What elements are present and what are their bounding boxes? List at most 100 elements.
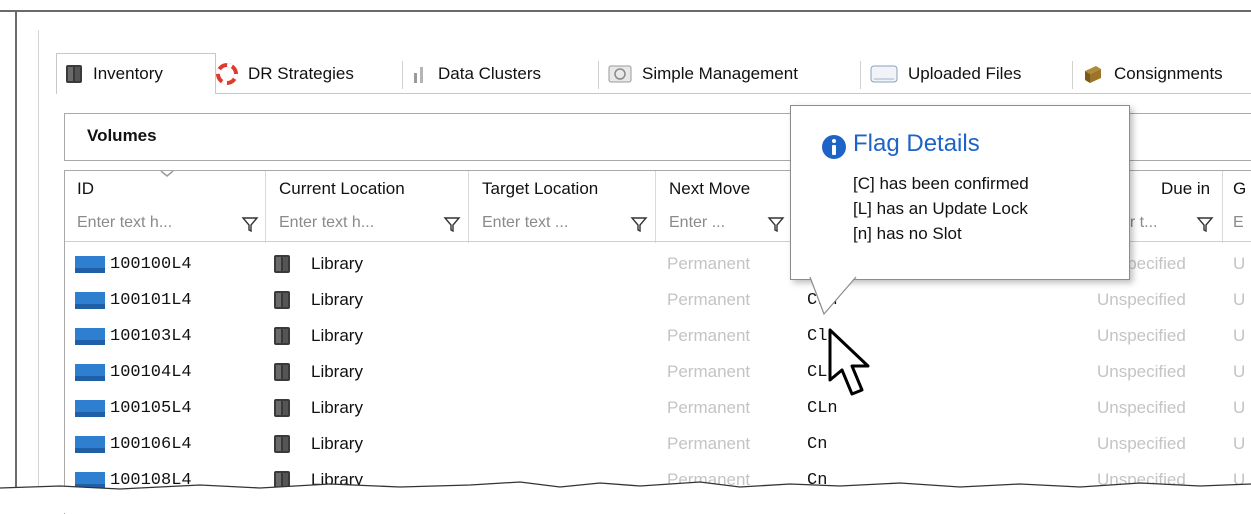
library-icon (274, 327, 290, 345)
cell-flags: Cn (807, 434, 828, 454)
column-header-next-move[interactable]: Next Move (669, 171, 750, 207)
filter-input-due-in[interactable]: er t... (1121, 207, 1181, 239)
table-row[interactable]: 100103L4 Library Permanent Cl Unspecified U (65, 319, 1251, 353)
info-icon (822, 135, 846, 159)
column-header-current-location[interactable]: Current Location (279, 171, 405, 207)
tab-label: Inventory (93, 64, 163, 83)
cell-id: 100105L4 (75, 391, 192, 425)
tab-label: Data Clusters (438, 64, 541, 83)
cell-next: U (1233, 398, 1246, 417)
column-header-target-location[interactable]: Target Location (482, 171, 598, 207)
table-row[interactable]: 100106L4 Library Permanent Cn Unspecified U (65, 427, 1251, 461)
column-header-next[interactable]: G (1233, 171, 1246, 207)
library-icon (274, 399, 290, 417)
panel-title: Volumes (87, 126, 157, 145)
filter-funnel-icon[interactable] (767, 215, 785, 233)
volume-id: 100101L4 (110, 290, 192, 310)
cell-next-move: Permanent (667, 398, 751, 417)
inventory-icon (66, 65, 82, 83)
cell-current-location: Library (273, 427, 363, 461)
column-header-id[interactable]: ID (77, 171, 94, 207)
tab-consignments[interactable]: Consignments (1082, 55, 1251, 93)
library-icon (274, 291, 290, 309)
consignments-icon (1085, 66, 1101, 83)
cell-next-move: Permanent (667, 434, 751, 453)
cell-next: U (1233, 326, 1246, 345)
mouse-cursor-icon (828, 328, 870, 396)
column-separator (468, 171, 469, 243)
data-clusters-icon (414, 67, 423, 83)
library-icon (274, 435, 290, 453)
sort-chevron-icon[interactable] (160, 170, 174, 179)
location-name: Library (311, 326, 363, 345)
cell-next: U (1233, 434, 1246, 453)
filter-funnel-icon[interactable] (443, 215, 461, 233)
column-header-due-in[interactable]: Due in (1161, 171, 1210, 207)
tab-separator (1072, 61, 1073, 89)
tape-volume-icon (75, 255, 105, 273)
cell-id: 100101L4 (75, 283, 192, 317)
cell-current-location: Library (273, 391, 363, 425)
flag-details-tooltip: Flag Details [C] has been confirmed [L] … (790, 105, 1130, 280)
library-icon (274, 255, 290, 273)
cell-due-in: Unspecified (1097, 326, 1186, 345)
filter-funnel-icon[interactable] (630, 215, 648, 233)
tab-data-clusters[interactable]: Data Clusters (412, 55, 602, 93)
filter-funnel-icon[interactable] (241, 215, 259, 233)
location-name: Library (311, 398, 363, 417)
tooltip-line: [L] has an Update Lock (853, 199, 1028, 218)
filter-input-current-location[interactable]: Enter text h... (279, 207, 429, 239)
tab-separator (402, 61, 403, 89)
filter-input-next-move[interactable]: Enter ... (669, 207, 749, 239)
tab-simple-management[interactable]: Simple Management (608, 55, 863, 93)
location-name: Library (311, 254, 363, 273)
tab-separator (598, 61, 599, 89)
simple-management-icon (608, 65, 632, 83)
cell-id: 100106L4 (75, 427, 192, 461)
tape-volume-icon (75, 327, 105, 345)
tooltip-title: Flag Details (853, 130, 980, 157)
tab-label: Consignments (1114, 64, 1223, 83)
cell-due-in: Unspecified (1097, 434, 1186, 453)
volume-id: 100105L4 (110, 398, 192, 418)
torn-edge (0, 481, 1251, 513)
filter-input-target-location[interactable]: Enter text ... (482, 207, 622, 239)
app-window: Inventory DR Strategies Data Clusters Si… (0, 0, 1251, 514)
cell-next-move: Permanent (667, 326, 751, 345)
tape-volume-icon (75, 363, 105, 381)
volume-id: 100103L4 (110, 326, 192, 346)
filter-input-next[interactable]: E (1233, 207, 1251, 239)
cell-due-in: Unspecified (1097, 362, 1186, 381)
volume-id: 100106L4 (110, 434, 192, 454)
tab-label: Simple Management (642, 64, 798, 83)
cell-current-location: Library (273, 247, 363, 281)
table-row[interactable]: 100105L4 Library Permanent CLn Unspecified U (65, 391, 1251, 425)
filter-funnel-icon[interactable] (1196, 215, 1214, 233)
volume-id: 100100L4 (110, 254, 192, 274)
column-separator (265, 171, 266, 243)
cell-id: 100103L4 (75, 319, 192, 353)
table-row[interactable]: 100104L4 Library Permanent CLn Unspecified U (65, 355, 1251, 389)
tape-volume-icon (75, 399, 105, 417)
filter-input-id[interactable]: Enter text h... (77, 207, 227, 239)
volume-id: 100104L4 (110, 362, 192, 382)
tab-separator (860, 61, 861, 89)
tab-uploaded-files[interactable]: Uploaded Files (870, 55, 1075, 93)
column-separator (1222, 171, 1223, 243)
cell-due-in: Unspecified (1097, 290, 1186, 309)
tape-volume-icon (75, 291, 105, 309)
column-separator (655, 171, 656, 243)
tape-volume-icon (75, 435, 105, 453)
tab-inventory[interactable]: Inventory (56, 53, 216, 94)
location-name: Library (311, 434, 363, 453)
tooltip-tail (809, 276, 857, 316)
cell-id: 100104L4 (75, 355, 192, 389)
inner-divider (38, 30, 39, 513)
table-row[interactable]: 100101L4LibraryPermanentCLnUnspecifiedU (65, 283, 1251, 317)
tooltip-line: [C] has been confirmed (853, 174, 1029, 193)
cell-next-move: Permanent (667, 362, 751, 381)
location-name: Library (311, 362, 363, 381)
tab-dr-strategies[interactable]: DR Strategies (216, 55, 396, 93)
window-border-left (15, 10, 17, 513)
cell-next-move: Permanent (667, 290, 751, 309)
